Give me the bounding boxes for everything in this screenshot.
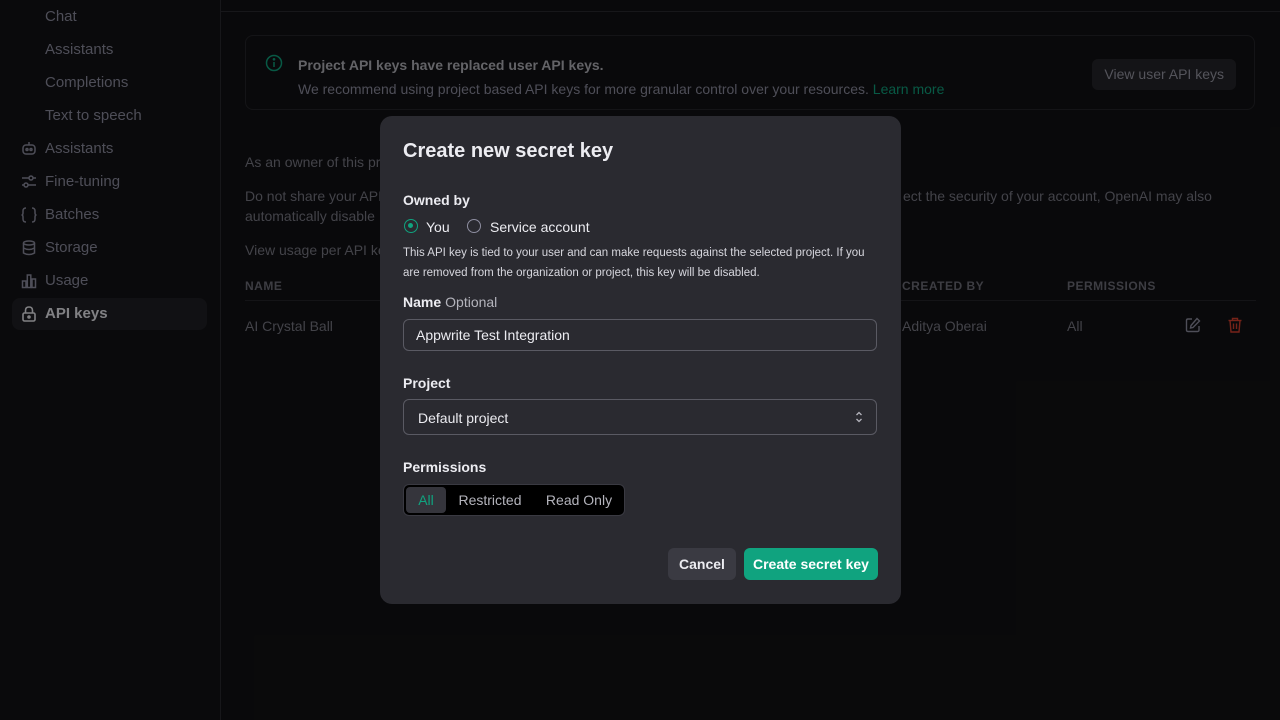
owner-you-radio[interactable] — [404, 219, 418, 233]
optional-hint: Optional — [445, 294, 498, 310]
owner-description: This API key is tied to your user and ca… — [403, 247, 865, 279]
owner-service-account-label[interactable]: Service account — [490, 219, 590, 235]
create-secret-key-button[interactable]: Create secret key — [744, 548, 878, 580]
name-label: Name Optional — [403, 294, 497, 310]
project-select-value: Default project — [418, 410, 509, 426]
create-secret-key-dialog: Create new secret key Owned by You Servi… — [380, 116, 901, 604]
cancel-button[interactable]: Cancel — [668, 548, 736, 580]
chevron-up-down-icon — [856, 411, 862, 423]
dialog-title: Create new secret key — [403, 140, 614, 162]
project-select[interactable]: Default project — [403, 399, 877, 435]
owner-service-account-radio[interactable] — [467, 219, 481, 233]
name-input[interactable] — [403, 319, 877, 351]
owner-you-label[interactable]: You — [426, 219, 450, 235]
permission-restricted-option[interactable]: Restricted — [450, 487, 530, 513]
owned-by-label: Owned by — [403, 192, 470, 208]
permission-read-only-option[interactable]: Read Only — [536, 487, 622, 513]
project-label: Project — [403, 375, 451, 391]
permission-all-option[interactable]: All — [406, 487, 446, 513]
name-label-text: Name — [403, 294, 442, 310]
permissions-label: Permissions — [403, 459, 487, 475]
permissions-segmented-control: All Restricted Read Only — [403, 484, 625, 516]
